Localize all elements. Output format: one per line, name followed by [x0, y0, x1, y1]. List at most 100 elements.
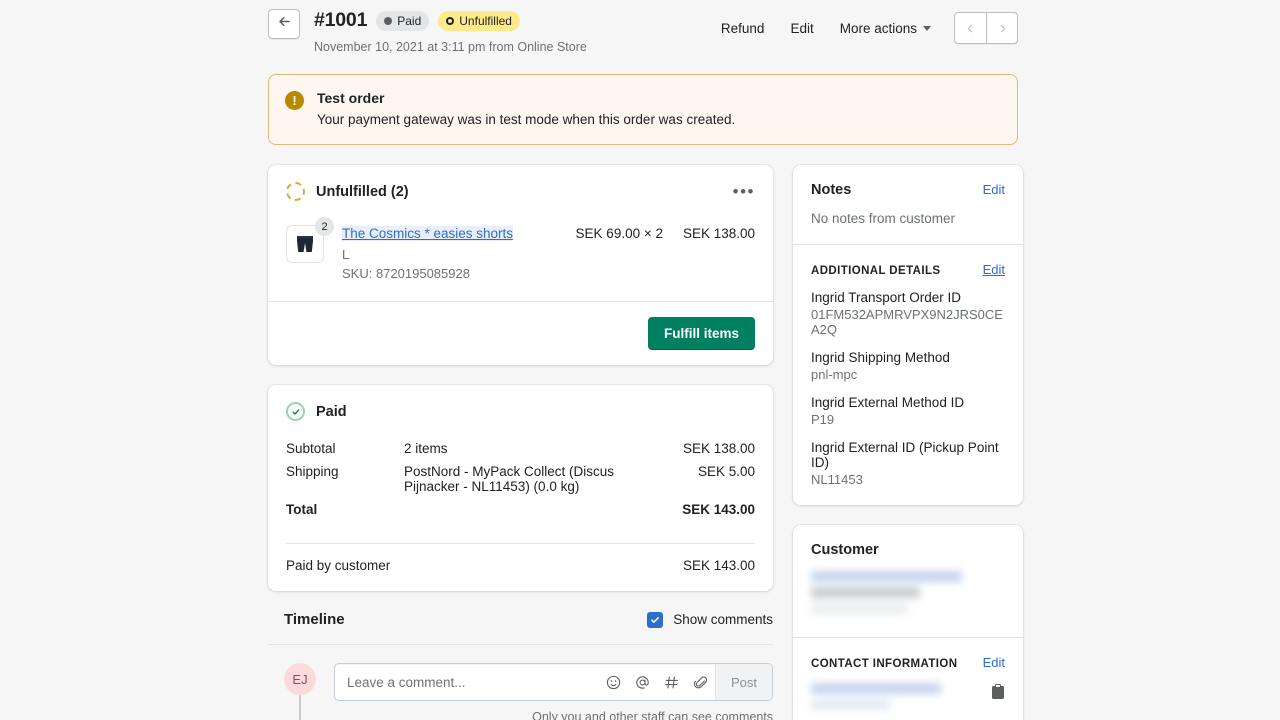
chevron-left-icon	[965, 23, 976, 34]
chevron-down-icon	[923, 26, 931, 31]
emoji-icon[interactable]	[599, 674, 628, 691]
order-date: November 10, 2021 at 3:11 pm from Online…	[314, 40, 708, 54]
clipboard-icon[interactable]	[991, 683, 1005, 705]
detail-item: Ingrid Transport Order ID 01FM532APMRVPX…	[811, 290, 1005, 337]
summary-label: Shipping	[286, 464, 404, 494]
page-header: #1001 Paid Unfulfilled November 10, 2021…	[268, 0, 1018, 54]
back-button[interactable]	[268, 9, 300, 39]
additional-details-edit-link[interactable]: Edit	[983, 262, 1005, 277]
sidebar-column: Notes Edit No notes from customer ADDITI…	[793, 165, 1023, 720]
contact-edit-link[interactable]: Edit	[983, 655, 1005, 670]
detail-key: Ingrid External ID (Pickup Point ID)	[811, 440, 1005, 470]
refund-button[interactable]: Refund	[708, 15, 778, 42]
previous-order-button[interactable]	[955, 13, 986, 43]
summary-label: Total	[286, 502, 404, 517]
comment-composer: Post	[334, 663, 773, 701]
additional-details-section: ADDITIONAL DETAILS Edit Ingrid Transport…	[793, 244, 1023, 505]
warning-icon: !	[285, 91, 304, 110]
comment-input[interactable]	[335, 675, 599, 690]
summary-label: Subtotal	[286, 441, 404, 456]
notes-card: Notes Edit No notes from customer ADDITI…	[793, 165, 1023, 505]
more-actions-button[interactable]: More actions	[827, 15, 944, 42]
summary-row-subtotal: Subtotal 2 items SEK 138.00	[286, 441, 755, 456]
detail-value: 01FM532APMRVPX9N2JRS0CEA2Q	[811, 307, 1005, 337]
detail-value: NL11453	[811, 472, 1005, 487]
status-badge-unfulfilled: Unfulfilled	[438, 11, 520, 31]
summary-desc: PostNord - MyPack Collect (Discus Pijnac…	[404, 464, 663, 494]
customer-card: Customer CONTACT INFORMATION Edit	[793, 525, 1023, 720]
banner-title: Test order	[317, 90, 735, 106]
summary-row-shipping: Shipping PostNord - MyPack Collect (Disc…	[286, 464, 755, 494]
page-title: #1001	[314, 9, 367, 32]
payment-title: Paid	[316, 404, 347, 420]
status-badge-unfulfilled-label: Unfulfilled	[459, 15, 512, 27]
notes-section: Notes Edit No notes from customer	[793, 165, 1023, 244]
line-item-quantity-badge: 2	[315, 217, 334, 236]
avatar: EJ	[284, 663, 316, 695]
timeline-section: Timeline Show comments EJ	[268, 611, 773, 720]
line-item-title-link[interactable]: The Cosmics * easies shorts	[342, 226, 513, 241]
line-item-variant: L	[342, 247, 543, 262]
timeline-title: Timeline	[284, 611, 345, 628]
summary-amount: SEK 5.00	[663, 464, 755, 494]
detail-value: P19	[811, 412, 1005, 427]
customer-section: Customer	[793, 525, 1023, 637]
contact-information-section: CONTACT INFORMATION Edit No phone number	[793, 637, 1023, 720]
detail-key: Ingrid Transport Order ID	[811, 290, 1005, 305]
detail-value: pnl-mpc	[811, 367, 1005, 382]
line-item-total: SEK 138.00	[663, 225, 755, 241]
line-item-unit-price: SEK 69.00 × 2	[543, 225, 663, 241]
notes-empty-text: No notes from customer	[811, 211, 1005, 226]
summary-amount: SEK 138.00	[663, 441, 755, 456]
banner-body: Your payment gateway was in test mode wh…	[317, 112, 735, 127]
show-comments-label: Show comments	[673, 612, 773, 627]
ring-dot-icon	[446, 17, 454, 25]
detail-item: Ingrid Shipping Method pnl-mpc	[811, 350, 1005, 382]
customer-email-redacted[interactable]	[811, 683, 991, 710]
filled-dot-icon	[384, 17, 392, 25]
test-order-banner: ! Test order Your payment gateway was in…	[268, 74, 1018, 145]
check-circle-icon	[286, 402, 305, 421]
arrow-left-icon	[277, 14, 292, 34]
order-pager	[954, 12, 1018, 44]
dashed-circle-icon	[286, 182, 305, 201]
hashtag-icon[interactable]	[657, 674, 686, 691]
fulfillment-more-button[interactable]: •••	[733, 187, 755, 197]
paid-by-amount: SEK 143.00	[663, 558, 755, 573]
show-comments-checkbox[interactable]	[647, 612, 663, 628]
line-item: 2 The Cosmics * easies shorts L SKU: 872…	[268, 201, 773, 301]
payment-summary: Subtotal 2 items SEK 138.00 Shipping Pos…	[268, 421, 773, 525]
fulfillment-title: Unfulfilled (2)	[316, 184, 409, 200]
header-actions: Refund Edit More actions	[708, 9, 1018, 44]
detail-key: Ingrid External Method ID	[811, 395, 1005, 410]
mention-icon[interactable]	[628, 674, 657, 691]
detail-item: Ingrid External ID (Pickup Point ID) NL1…	[811, 440, 1005, 487]
detail-key: Ingrid Shipping Method	[811, 350, 1005, 365]
show-comments-toggle[interactable]: Show comments	[647, 612, 773, 628]
fulfill-items-button[interactable]: Fulfill items	[648, 317, 755, 350]
post-comment-button[interactable]: Post	[715, 664, 772, 700]
detail-item: Ingrid External Method ID P19	[811, 395, 1005, 427]
order-detail-page: #1001 Paid Unfulfilled November 10, 2021…	[0, 0, 1280, 720]
timeline-connector	[299, 695, 301, 720]
summary-desc	[404, 502, 663, 517]
notes-title: Notes	[811, 182, 851, 198]
attachment-icon[interactable]	[686, 674, 715, 691]
customer-name-redacted[interactable]	[811, 571, 1005, 614]
comment-privacy-note: Only you and other staff can see comment…	[334, 710, 773, 720]
next-order-button[interactable]	[986, 13, 1017, 43]
line-item-sku: SKU: 8720195085928	[342, 266, 543, 281]
fulfillment-card: Unfulfilled (2) ••• 2 The Cosmics * easi…	[268, 165, 773, 365]
summary-desc: 2 items	[404, 441, 663, 456]
paid-by-customer-row: Paid by customer SEK 143.00	[268, 544, 773, 591]
additional-details-title: ADDITIONAL DETAILS	[811, 265, 940, 277]
chevron-right-icon	[997, 23, 1008, 34]
edit-button[interactable]: Edit	[777, 15, 826, 42]
status-badge-paid-label: Paid	[397, 15, 421, 27]
paid-by-label: Paid by customer	[286, 558, 663, 573]
contact-information-title: CONTACT INFORMATION	[811, 658, 957, 670]
payment-card: Paid Subtotal 2 items SEK 138.00 Shippin…	[268, 385, 773, 591]
summary-amount: SEK 143.00	[663, 502, 755, 517]
notes-edit-link[interactable]: Edit	[983, 182, 1005, 197]
main-column: Unfulfilled (2) ••• 2 The Cosmics * easi…	[268, 165, 773, 720]
